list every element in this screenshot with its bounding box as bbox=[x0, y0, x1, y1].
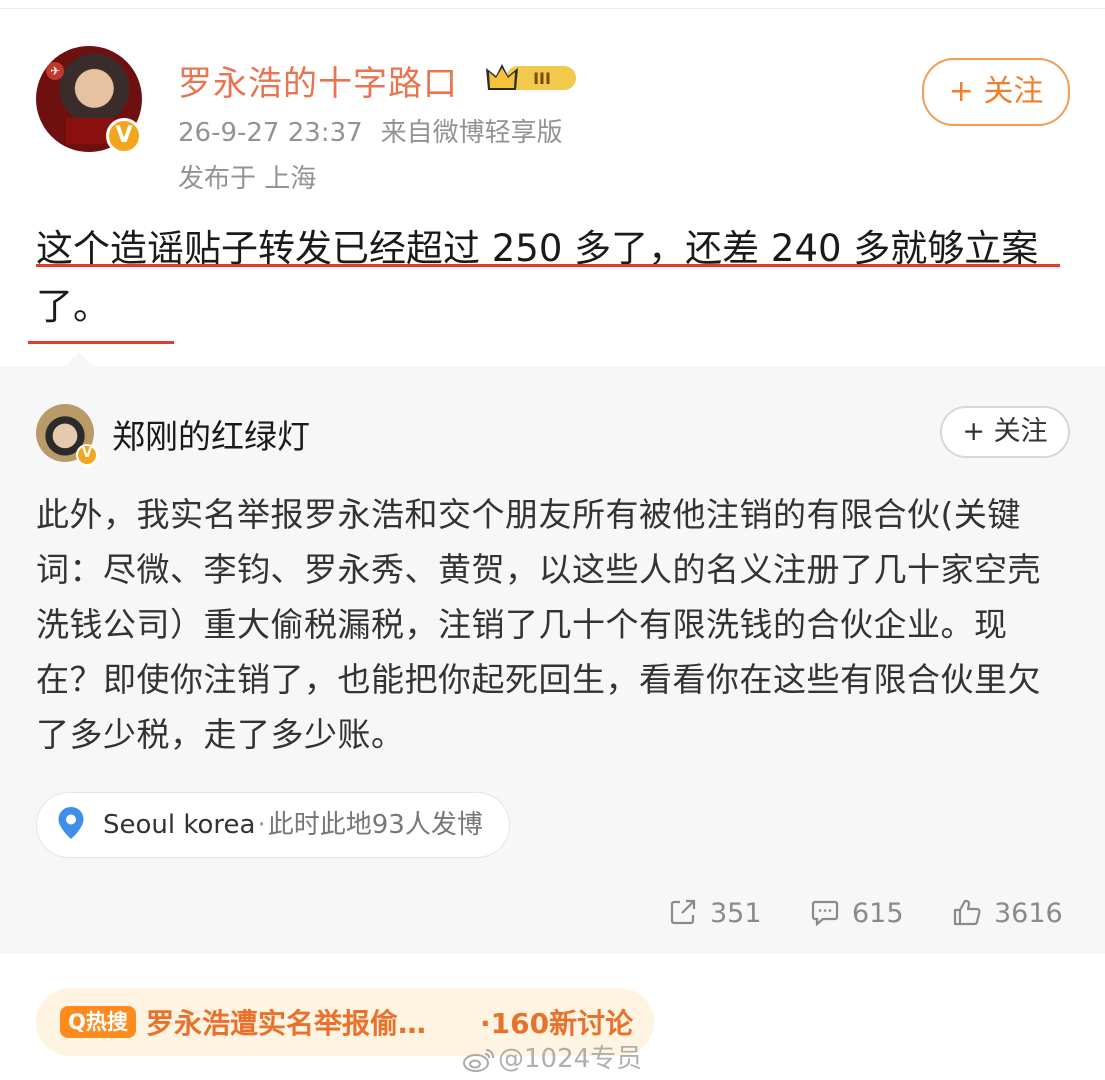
repost-count: 351 bbox=[710, 898, 762, 929]
verified-badge-icon: V bbox=[106, 118, 142, 154]
retweet-pointer bbox=[64, 352, 94, 367]
verified-badge-icon: V bbox=[76, 444, 98, 466]
post-location-line: 发布于 上海 bbox=[178, 164, 317, 194]
like-button[interactable]: 3616 bbox=[952, 894, 1063, 934]
member-crown-icon: III bbox=[486, 64, 576, 90]
post-timestamp: 26-9-27 23:37 bbox=[178, 118, 363, 148]
post-meta: 26-9-27 23:37 来自微博轻享版 bbox=[178, 112, 563, 149]
repost-button[interactable]: 351 bbox=[668, 894, 762, 934]
like-count: 3616 bbox=[994, 898, 1063, 929]
member-level-label: III bbox=[533, 69, 551, 88]
top-divider bbox=[0, 8, 1105, 9]
location-pin-icon bbox=[58, 806, 84, 839]
location-separator: · bbox=[257, 810, 266, 840]
watermark: @1024专员 bbox=[462, 1038, 642, 1075]
comment-button[interactable]: 615 bbox=[810, 894, 904, 934]
author-name[interactable]: 罗永浩的十字路口 bbox=[178, 56, 458, 105]
hot-search-discussion-count: ·160新讨论 bbox=[480, 1007, 634, 1040]
retweet-author-name[interactable]: 郑刚的红绿灯 bbox=[112, 410, 310, 458]
retweet-text: 此外，我实名举报罗永浩和交个朋友所有被他注销的有限合伙(关键词：尽微、李钧、罗永… bbox=[36, 495, 1041, 754]
repost-icon bbox=[670, 899, 696, 924]
red-underline-annotation bbox=[28, 341, 174, 344]
hot-search-badge: Q热搜 bbox=[60, 1006, 136, 1038]
thumbs-up-icon bbox=[953, 899, 981, 925]
post-source: 来自微博轻享版 bbox=[380, 118, 563, 148]
hot-search-title: 罗永浩遭实名举报偷… bbox=[146, 1007, 427, 1040]
retweet-follow-button[interactable]: + 关注 bbox=[940, 406, 1070, 458]
location-tag[interactable]: Seoul korea·此时此地93人发博 bbox=[36, 792, 510, 858]
weibo-logo-icon bbox=[463, 1048, 495, 1072]
comment-icon bbox=[811, 900, 839, 926]
red-underline-annotation bbox=[36, 264, 1060, 267]
plane-icon: ✈ bbox=[46, 62, 64, 80]
location-city: Seoul korea bbox=[103, 810, 256, 840]
comment-count: 615 bbox=[852, 898, 904, 929]
location-post-count: 此时此地93人发博 bbox=[267, 810, 483, 840]
post-text: 这个造谣贴子转发已经超过 250 多了，还差 240 多就够立案了。 bbox=[36, 227, 1039, 328]
follow-button[interactable]: + 关注 bbox=[922, 58, 1070, 126]
watermark-handle: @1024专员 bbox=[498, 1044, 643, 1074]
